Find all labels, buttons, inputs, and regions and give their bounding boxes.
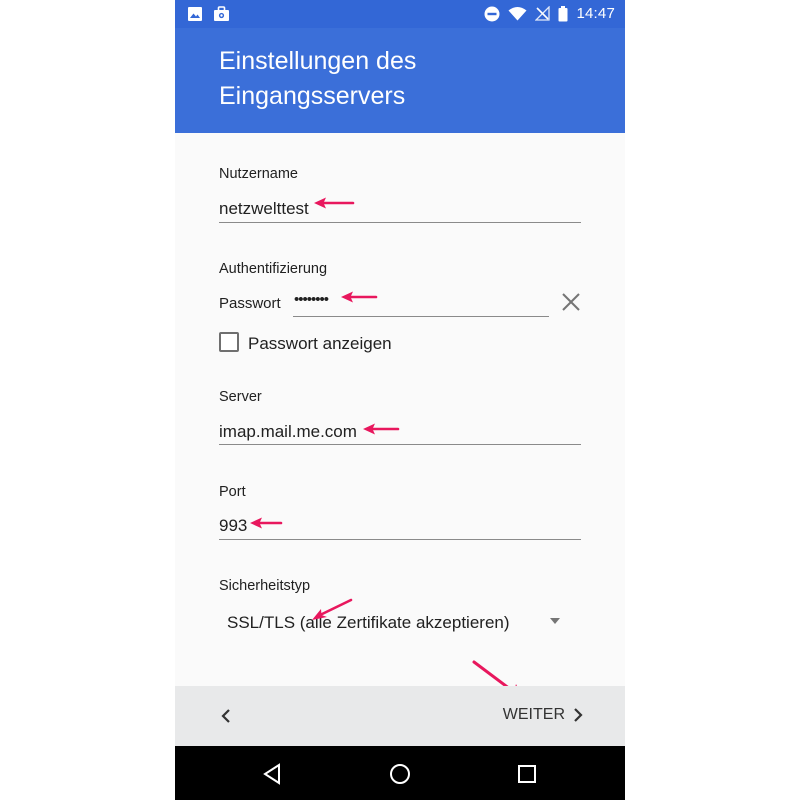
annotation-arrow-icon	[312, 598, 353, 620]
annotation-arrow-icon	[341, 291, 378, 303]
server-input[interactable]: imap.mail.me.com	[219, 422, 357, 442]
show-password-label[interactable]: Passwort anzeigen	[248, 334, 392, 354]
nav-recents-icon[interactable]	[515, 762, 539, 786]
port-input[interactable]: 993	[219, 516, 247, 536]
port-label: Port	[219, 484, 246, 500]
phone-screen: 14:47 Einstellungen des Eingangsservers …	[175, 0, 625, 800]
page-title: Einstellungen des Eingangsservers	[219, 47, 417, 110]
username-label: Nutzername	[219, 166, 298, 182]
password-underline	[293, 316, 549, 317]
next-button-label: WEITER	[502, 706, 565, 723]
annotation-arrow-icon	[363, 423, 400, 435]
status-time: 14:47	[576, 5, 615, 22]
image-icon	[188, 7, 202, 21]
password-input[interactable]: ••••••••	[294, 291, 329, 308]
bottom-action-bar: WEITER	[175, 686, 625, 746]
do-not-disturb-icon	[484, 6, 500, 21]
clear-password-icon[interactable]	[559, 290, 583, 314]
annotation-arrow-icon	[314, 197, 355, 209]
next-button[interactable]: WEITER	[503, 706, 585, 724]
show-password-checkbox[interactable]	[219, 332, 239, 352]
status-bar: 14:47	[175, 0, 625, 28]
chevron-right-icon	[574, 708, 583, 722]
settings-form: Nutzername netzwelttest Authentifizierun…	[175, 133, 625, 686]
password-label: Passwort	[219, 295, 281, 312]
username-underline	[219, 222, 581, 223]
annotation-arrow-icon	[250, 517, 283, 529]
nav-home-icon[interactable]	[388, 762, 412, 786]
server-underline	[219, 444, 581, 445]
dropdown-arrow-icon[interactable]	[549, 617, 561, 625]
app-bar: Einstellungen des Eingangsservers	[175, 28, 625, 133]
no-signal-icon	[535, 6, 551, 21]
nav-back-icon[interactable]	[261, 762, 285, 786]
server-label: Server	[219, 389, 262, 405]
security-label: Sicherheitstyp	[219, 578, 311, 594]
port-underline	[219, 539, 581, 540]
security-select[interactable]: SSL/TLS (alle Zertifikate akzeptieren)	[227, 613, 510, 633]
auth-label: Authentifizierung	[219, 261, 328, 277]
wifi-icon	[508, 7, 527, 21]
system-nav-bar	[175, 746, 625, 800]
battery-icon	[558, 5, 568, 21]
back-chevron-icon[interactable]	[215, 704, 239, 728]
bag-icon	[214, 6, 229, 21]
username-input[interactable]: netzwelttest	[219, 199, 309, 219]
